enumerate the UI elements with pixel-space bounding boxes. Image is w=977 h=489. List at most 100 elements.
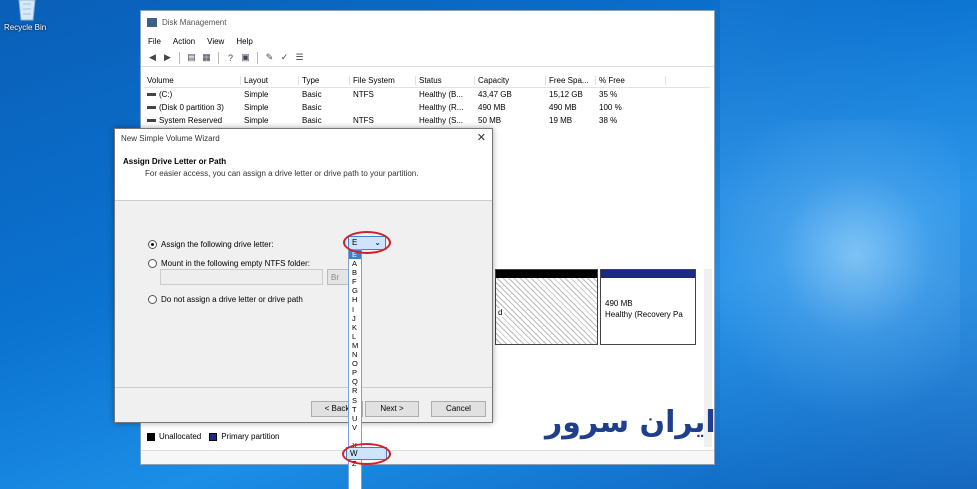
next-button[interactable]: Next > (365, 401, 419, 417)
table-cell: Healthy (R... (419, 103, 464, 112)
column-header[interactable]: Type (299, 76, 350, 85)
unallocated-swatch (147, 432, 155, 441)
radio-no-letter[interactable] (148, 295, 157, 304)
table-cell: Basic (302, 90, 322, 99)
column-header[interactable]: % Free (596, 76, 666, 85)
connect-icon[interactable]: ✎ (264, 52, 275, 63)
column-header[interactable]: Volume (144, 76, 241, 85)
drive-letter-option[interactable]: N (349, 350, 361, 359)
menu-view[interactable]: View (207, 37, 224, 46)
option-assign-letter[interactable]: Assign the following drive letter: (148, 240, 274, 249)
table-cell: Basic (302, 116, 322, 125)
wizard-titlebar[interactable]: New Simple Volume Wizard (115, 129, 492, 147)
option-mount-folder[interactable]: Mount in the following empty NTFS folder… (148, 259, 310, 268)
menu-help[interactable]: Help (236, 37, 252, 46)
drive-letter-option[interactable]: B (349, 268, 361, 277)
partition-recovery[interactable]: 490 MB Healthy (Recovery Pa (600, 269, 696, 345)
details-icon[interactable]: ▣ (240, 52, 251, 63)
drive-letter-option[interactable]: A (349, 259, 361, 268)
drive-letter-option[interactable]: R (349, 386, 361, 395)
table-cell: 50 MB (478, 116, 502, 125)
table-cell: 35 % (599, 90, 618, 99)
menu-action[interactable]: Action (173, 37, 195, 46)
toolbar-separator (218, 51, 219, 64)
help-icon[interactable]: ? (225, 52, 236, 63)
menu-bar: File Action View Help (141, 33, 714, 49)
table-cell: NTFS (353, 90, 374, 99)
volume-name: System Reserved (159, 116, 223, 125)
highlight-ring-combo (343, 231, 391, 254)
drive-letter-option[interactable]: O (349, 359, 361, 368)
table-cell: 38 % (599, 116, 618, 125)
table-cell: Basic (302, 103, 322, 112)
console-tree-icon[interactable]: ▤ (186, 52, 197, 63)
back-arrow-icon[interactable]: ◀ (147, 52, 158, 63)
table-cell: Simple (244, 90, 269, 99)
radio-assign-letter[interactable] (148, 240, 157, 249)
drive-letter-option[interactable]: K (349, 323, 361, 332)
table-cell: 490 MB (478, 103, 506, 112)
drive-letter-option[interactable]: Q (349, 377, 361, 386)
column-header[interactable]: File System (350, 76, 416, 85)
table-header: Volume Layout Type File System Status Ca… (144, 74, 710, 88)
toolbar: ◀ ▶ ▤ ▦ ? ▣ ✎ ✓ ☰ (141, 49, 714, 67)
column-header[interactable]: Capacity (475, 76, 546, 85)
column-header[interactable]: Free Spa... (546, 76, 596, 85)
drive-letter-option[interactable]: J (349, 314, 361, 323)
table-row[interactable]: (C:) Simple Basic NTFS Healthy (B... 43,… (144, 88, 710, 101)
table-cell: Simple (244, 116, 269, 125)
table-row[interactable]: (Disk 0 partition 3) Simple Basic Health… (144, 101, 710, 114)
drive-letter-option[interactable]: P (349, 368, 361, 377)
list-icon[interactable]: ☰ (294, 52, 305, 63)
option-label: Assign the following drive letter: (161, 240, 274, 249)
volume-icon (147, 93, 156, 97)
drive-letter-option[interactable]: M (349, 341, 361, 350)
drive-letter-option[interactable]: V (349, 423, 361, 432)
highlight-ring-w (342, 443, 391, 465)
partition-bar (496, 270, 597, 278)
wizard-divider (115, 387, 492, 388)
option-no-letter[interactable]: Do not assign a drive letter or drive pa… (148, 295, 303, 304)
drive-letter-option[interactable]: U (349, 414, 361, 423)
drive-letter-option[interactable]: T (349, 405, 361, 414)
table-cell: 43,47 GB (478, 90, 512, 99)
cancel-button[interactable]: Cancel (431, 401, 486, 417)
recycle-bin-label[interactable]: Recycle Bin (4, 23, 46, 32)
folder-path-input[interactable] (160, 269, 323, 285)
column-header[interactable]: Status (416, 76, 475, 85)
disk-management-titlebar[interactable]: Disk Management (141, 11, 714, 33)
wizard-subheading: For easier access, you can assign a driv… (145, 169, 419, 178)
new-simple-volume-wizard[interactable]: New Simple Volume Wizard ✕ Assign Drive … (114, 128, 493, 423)
drive-letter-option[interactable]: H (349, 295, 361, 304)
partition-label: d (496, 308, 505, 317)
partition-c[interactable]: d (495, 269, 598, 345)
radio-mount-folder[interactable] (148, 259, 157, 268)
disk-management-app-icon (147, 17, 157, 27)
volume-icon (147, 119, 156, 123)
drive-letter-option[interactable]: L (349, 332, 361, 341)
menu-file[interactable]: File (148, 37, 161, 46)
option-label: Do not assign a drive letter or drive pa… (161, 295, 303, 304)
legend-primary: Primary partition (221, 432, 280, 441)
wizard-title: New Simple Volume Wizard (121, 133, 220, 143)
legend: Unallocated Primary partition (147, 432, 280, 441)
wizard-heading: Assign Drive Letter or Path (123, 157, 227, 166)
drive-letter-option[interactable]: I (349, 305, 361, 314)
disk-map: d 490 MB Healthy (Recovery Pa (495, 269, 696, 345)
recycle-bin-icon[interactable] (10, 0, 44, 22)
table-row[interactable]: System Reserved Simple Basic NTFS Health… (144, 114, 710, 127)
partition-bar (601, 270, 695, 278)
table-cell: 15,12 GB (549, 90, 583, 99)
forward-arrow-icon[interactable]: ▶ (162, 52, 173, 63)
drive-letter-option[interactable]: S (349, 396, 361, 405)
drive-letter-option[interactable]: F (349, 277, 361, 286)
table-cell: 490 MB (549, 103, 577, 112)
properties-icon[interactable]: ▦ (201, 52, 212, 63)
volume-name: (C:) (159, 90, 173, 99)
close-icon[interactable]: ✕ (477, 131, 486, 144)
drive-letter-option[interactable]: G (349, 286, 361, 295)
status-bar (141, 450, 714, 464)
column-header[interactable]: Layout (241, 76, 299, 85)
volume-table: Volume Layout Type File System Status Ca… (144, 74, 710, 127)
check-icon[interactable]: ✓ (279, 52, 290, 63)
